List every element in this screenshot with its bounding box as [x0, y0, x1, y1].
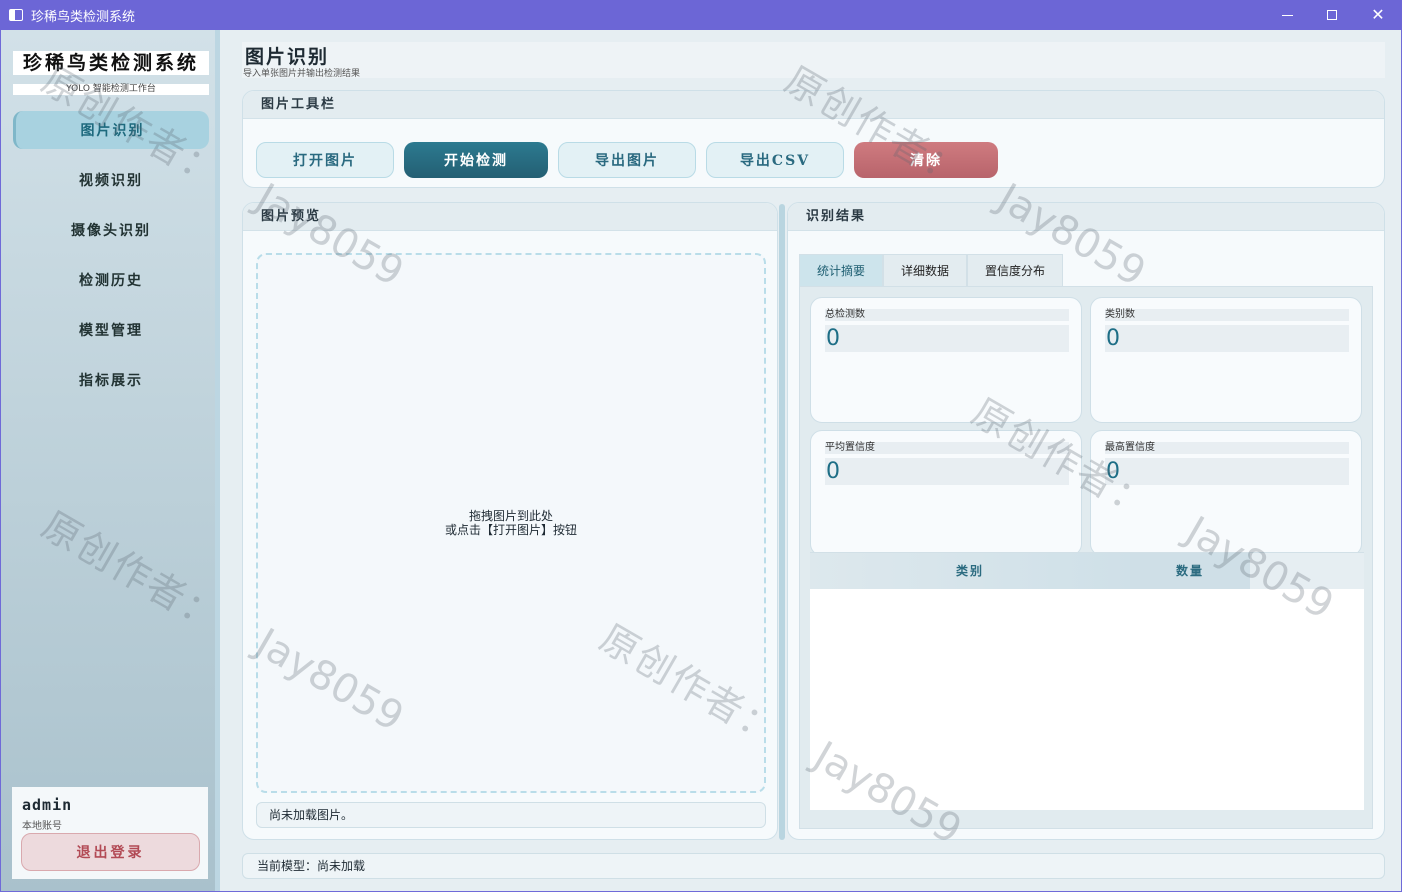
stat-label: 类别数 [1105, 309, 1349, 321]
stat-value: 0 [1105, 458, 1349, 485]
preview-status: 尚未加载图片。 [256, 802, 766, 828]
stat-value: 0 [825, 325, 1069, 352]
page-subtitle: 导入单张图片并输出检测结果 [243, 69, 361, 79]
results-card: 识别结果 统计摘要 详细数据 置信度分布 总检测数 0 类别数 0 平均置信度 … [787, 202, 1385, 840]
image-drop-zone[interactable]: 拖拽图片到此处 或点击【打开图片】按钮 [256, 253, 766, 793]
sidebar-item-metrics[interactable]: 指标展示 [13, 361, 209, 399]
tab-confidence-distribution[interactable]: 置信度分布 [967, 254, 1064, 286]
page-title: 图片识别 [245, 46, 330, 68]
brand-title: 珍稀鸟类检测系统 [13, 51, 209, 75]
table-header: 类别 数量 [810, 553, 1364, 589]
app-window: 珍稀鸟类检测系统 YOLO 智能检测工作台 图片识别 视频识别 摄像头识别 检测… [1, 30, 1401, 891]
preview-title: 图片预览 [243, 203, 777, 231]
clear-button[interactable]: 清除 [854, 142, 998, 178]
maximize-icon [1327, 10, 1337, 20]
brand-subtitle: YOLO 智能检测工作台 [13, 84, 209, 95]
close-icon: ✕ [1371, 5, 1385, 24]
export-csv-button[interactable]: 导出CSV [706, 142, 844, 178]
class-count-table: 类别 数量 [810, 552, 1364, 810]
stat-label: 最高置信度 [1105, 442, 1349, 454]
toolbar-title: 图片工具栏 [243, 91, 1384, 119]
page-header: 图片识别 导入单张图片并输出检测结果 [242, 42, 1385, 79]
window-title: 珍稀鸟类检测系统 [31, 9, 136, 25]
sidebar-nav: 图片识别 视频识别 摄像头识别 检测历史 模型管理 指标展示 [13, 111, 209, 411]
tab-summary[interactable]: 统计摘要 [799, 254, 884, 286]
stat-total-detections: 总检测数 0 [810, 297, 1082, 423]
user-name: admin [22, 796, 73, 814]
maximize-button[interactable] [1309, 0, 1355, 30]
minimize-icon [1281, 14, 1293, 16]
minimize-button[interactable] [1264, 0, 1310, 30]
logout-button[interactable]: 退出登录 [21, 833, 200, 871]
sidebar-item-video-recognition[interactable]: 视频识别 [13, 161, 209, 199]
status-bar: 当前模型：尚未加载 [242, 853, 1385, 879]
preview-card: 图片预览 拖拽图片到此处 或点击【打开图片】按钮 尚未加载图片。 [242, 202, 778, 840]
user-account-type: 本地账号 [22, 821, 62, 832]
stat-max-confidence: 最高置信度 0 [1090, 430, 1362, 556]
sidebar-item-camera-recognition[interactable]: 摄像头识别 [13, 211, 209, 249]
user-card: admin 本地账号 退出登录 [12, 787, 208, 879]
column-header-count[interactable]: 数量 [1130, 553, 1250, 589]
start-detection-button[interactable]: 开始检测 [404, 142, 548, 178]
results-title: 识别结果 [788, 203, 1384, 231]
title-bar: 珍稀鸟类检测系统 ✕ [0, 0, 1402, 30]
column-header-class[interactable]: 类别 [810, 553, 1130, 589]
stat-class-count: 类别数 0 [1090, 297, 1362, 423]
results-tabs: 统计摘要 详细数据 置信度分布 [799, 254, 1064, 286]
drop-hint-line1: 拖拽图片到此处 [468, 509, 553, 523]
app-icon [9, 9, 23, 21]
sidebar-item-detection-history[interactable]: 检测历史 [13, 261, 209, 299]
tab-details[interactable]: 详细数据 [883, 254, 968, 286]
stat-value: 0 [1105, 325, 1349, 352]
panel-splitter[interactable] [779, 204, 785, 840]
drop-hint-line2: 或点击【打开图片】按钮 [444, 523, 577, 537]
toolbar-card: 图片工具栏 打开图片 开始检测 导出图片 导出CSV 清除 [242, 90, 1385, 188]
stat-average-confidence: 平均置信度 0 [810, 430, 1082, 556]
stat-label: 平均置信度 [825, 442, 1069, 454]
stat-label: 总检测数 [825, 309, 1069, 321]
sidebar-item-image-recognition[interactable]: 图片识别 [13, 111, 209, 149]
export-image-button[interactable]: 导出图片 [558, 142, 696, 178]
sidebar: 珍稀鸟类检测系统 YOLO 智能检测工作台 图片识别 视频识别 摄像头识别 检测… [1, 30, 220, 891]
open-image-button[interactable]: 打开图片 [256, 142, 394, 178]
stat-value: 0 [825, 458, 1069, 485]
close-button[interactable]: ✕ [1355, 0, 1401, 30]
sidebar-item-model-management[interactable]: 模型管理 [13, 311, 209, 349]
summary-panel: 总检测数 0 类别数 0 平均置信度 0 最高置信度 0 类别 数量 [799, 286, 1373, 829]
